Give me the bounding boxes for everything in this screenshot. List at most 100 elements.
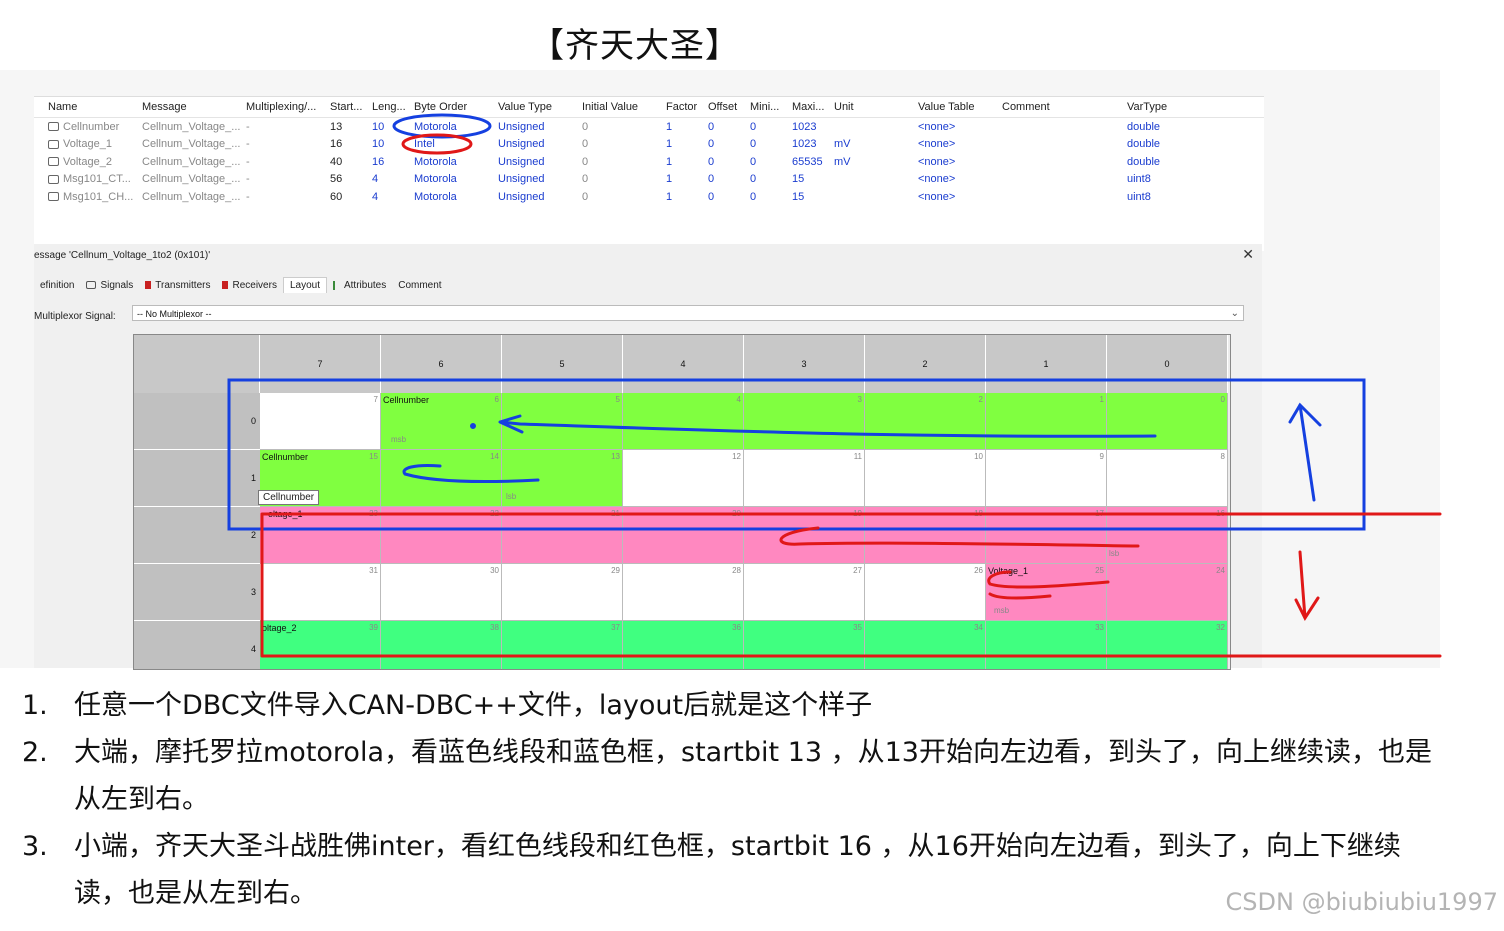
bit-cell[interactable]: 1 [986, 393, 1107, 450]
table-cell: Cellnumber [34, 121, 138, 133]
col-header[interactable]: Initial Value [578, 101, 662, 113]
bit-cell[interactable]: 13 [502, 450, 623, 507]
bit-number: 25 [1095, 566, 1104, 575]
col-header[interactable]: Factor [662, 101, 704, 113]
bit-cell[interactable]: 12 [623, 450, 744, 507]
bit-cell[interactable]: 32 [1107, 621, 1228, 669]
bit-cell[interactable]: 11 [744, 450, 865, 507]
col-header[interactable]: Offset [704, 101, 746, 113]
table-cell: Intel [410, 138, 494, 150]
bit-cell[interactable]: 35 [744, 621, 865, 669]
tab-label: Attributes [343, 279, 387, 291]
table-cell: 1 [662, 138, 704, 150]
tab-definition[interactable]: efinition [34, 277, 80, 293]
bit-cell[interactable]: 14 [381, 450, 502, 507]
grid-column-header: 4 [623, 335, 744, 393]
bit-cell[interactable]: 38 [381, 621, 502, 669]
bit-cell[interactable]: 27 [744, 564, 865, 621]
bit-cell[interactable]: 36 [623, 621, 744, 669]
table-cell: double [1123, 138, 1207, 150]
bit-cell[interactable]: 21 [502, 507, 623, 564]
bit-cell[interactable]: 8 [1107, 450, 1228, 507]
signal-icon [48, 192, 59, 202]
cell-text: mV [834, 138, 851, 151]
col-header[interactable]: Value Table [914, 101, 998, 113]
bit-number: 24 [1216, 566, 1225, 575]
table-row[interactable]: Cellnumber Cellnum_Voltage_... -13 10 Motoro… [34, 118, 1264, 136]
col-header[interactable]: Byte Order [410, 101, 494, 113]
tab-comment[interactable]: Comment [392, 277, 447, 293]
col-header[interactable]: Message [138, 101, 242, 113]
cell-text: 40 [330, 155, 343, 168]
cell-text: 4 [372, 173, 379, 186]
attributes-icon [332, 280, 340, 290]
bit-cell[interactable]: 19 [744, 507, 865, 564]
col-header[interactable]: Value Type [494, 101, 578, 113]
col-header[interactable]: Start... [326, 101, 368, 113]
bit-cell[interactable]: 16 [1107, 507, 1228, 564]
bit-cell[interactable]: 30 [381, 564, 502, 621]
col-header[interactable]: Unit [830, 101, 914, 113]
bit-cell[interactable]: 3 [744, 393, 865, 450]
bit-cell[interactable]: 5 [502, 393, 623, 450]
multiplexor-select[interactable]: -- No Multiplexor -- ⌄ [132, 305, 1244, 321]
close-icon[interactable]: ✕ [1242, 246, 1254, 263]
tab-label: Comment [398, 279, 442, 291]
tab-receivers[interactable]: Receivers [216, 277, 282, 293]
bit-number: 2 [978, 395, 983, 404]
cell-text: 1023 [792, 138, 817, 151]
bit-cell[interactable]: 34 [865, 621, 986, 669]
col-header[interactable]: Maxi... [788, 101, 830, 113]
signal-table-header: Name Message Multiplexing/... Start... L… [34, 97, 1264, 118]
bit-cell[interactable]: 4 [623, 393, 744, 450]
table-cell: <none> [914, 138, 998, 150]
signal-icon [48, 139, 59, 149]
cell-text: 65535 [792, 155, 823, 168]
bit-cell[interactable]: 33 [986, 621, 1107, 669]
bit-cell[interactable]: 37 [502, 621, 623, 669]
tab-transmitters[interactable]: Transmitters [139, 277, 216, 293]
bit-cell[interactable]: 2 [865, 393, 986, 450]
table-row[interactable]: Msg101_CH... Cellnum_Voltage_... - 60 4 Motor… [34, 188, 1264, 206]
bit-cell[interactable]: 18 [865, 507, 986, 564]
bit-cell[interactable]: 9 [986, 450, 1107, 507]
cell-text: 0 [582, 120, 589, 133]
tab-attributes[interactable]: Attributes [327, 277, 392, 293]
tab-signals[interactable]: Signals [80, 277, 139, 293]
col-header[interactable]: Comment [998, 101, 1123, 113]
table-cell: 0 [746, 173, 788, 185]
bit-cell[interactable]: 17 [986, 507, 1107, 564]
cell-text: 1 [666, 120, 673, 133]
table-row[interactable]: Voltage_1 Cellnum_Voltage_... -16 10 Intel Un… [34, 136, 1264, 154]
table-cell: 10 [368, 121, 410, 133]
bit-cell[interactable]: 22 [381, 507, 502, 564]
table-cell: 1 [662, 191, 704, 203]
bit-number: 1 [1099, 395, 1104, 404]
bit-cell[interactable]: 7 [260, 393, 381, 450]
cell-text: Msg101_CH... [63, 190, 134, 203]
col-header[interactable]: Leng... [368, 101, 410, 113]
table-row[interactable]: Voltage_2 Cellnum_Voltage_... - 40 16 Motorol… [34, 153, 1264, 171]
message-dialog: essage 'Cellnum_Voltage_1to2 (0x101)' ✕ … [34, 244, 1262, 670]
bit-cell[interactable]: 0 [1107, 393, 1228, 450]
bit-cell[interactable]: 24 [1107, 564, 1228, 621]
col-header[interactable]: Mini... [746, 101, 788, 113]
cell-text: <none> [918, 138, 956, 151]
col-header[interactable]: Name [34, 101, 138, 113]
cell-text: double [1127, 120, 1161, 133]
tab-label: Layout [289, 280, 320, 291]
table-cell: - [242, 138, 326, 150]
bit-cell[interactable]: 10 [865, 450, 986, 507]
bit-cell[interactable]: 28 [623, 564, 744, 621]
signal-label: Cellnumber [383, 395, 430, 405]
tab-layout[interactable]: Layout [282, 277, 327, 293]
table-row[interactable]: Msg101_CT... Cellnum_Voltage_... - 56 4 Motor… [34, 171, 1264, 189]
bit-cell[interactable]: 29 [502, 564, 623, 621]
bit-cell[interactable]: 20 [623, 507, 744, 564]
bit-cell[interactable]: 31 [260, 564, 381, 621]
table-cell: Motorola [410, 173, 494, 185]
col-header[interactable]: Multiplexing/... [242, 101, 326, 113]
signal-label: oltage_2 [262, 623, 297, 633]
col-header[interactable]: VarType [1123, 101, 1207, 113]
bit-cell[interactable]: 26 [865, 564, 986, 621]
